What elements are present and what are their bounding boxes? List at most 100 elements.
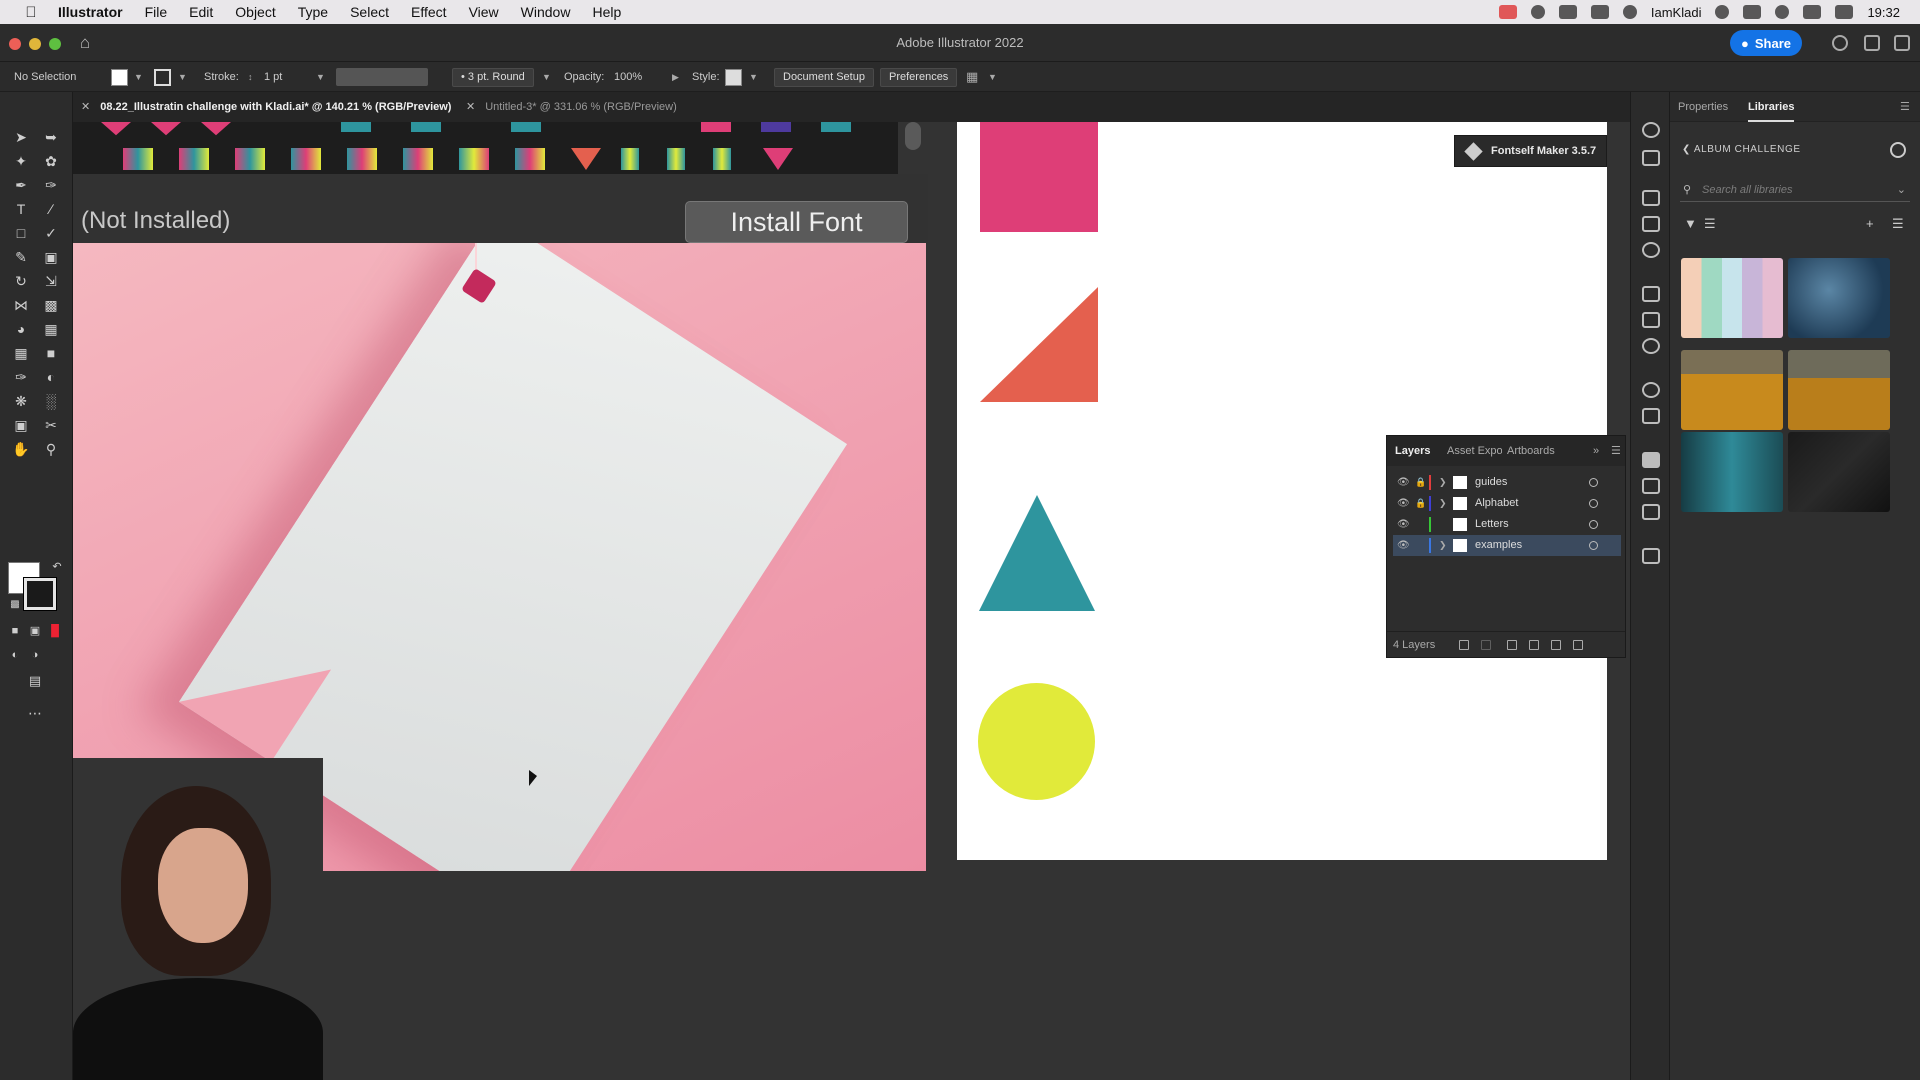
- menu-help[interactable]: Help: [592, 4, 621, 20]
- stroke-dropdown-icon[interactable]: ▼: [178, 62, 187, 92]
- expand-arrow-icon[interactable]: ❯: [1439, 535, 1447, 556]
- pencil-tool-icon[interactable]: ✎: [12, 248, 30, 266]
- fill-dropdown-icon[interactable]: ▼: [134, 62, 143, 92]
- library-image-dark-texture[interactable]: [1788, 432, 1890, 512]
- opacity-value[interactable]: 100%: [614, 62, 642, 92]
- lock-icon[interactable]: 🔒: [1415, 472, 1426, 493]
- layer-row-examples[interactable]: 👁 ❯ examples: [1393, 535, 1621, 556]
- layer-row-letters[interactable]: 👁 Letters: [1393, 514, 1621, 535]
- rotate-tool-icon[interactable]: ↻: [12, 272, 30, 290]
- close-tab-icon[interactable]: ✕: [466, 101, 475, 113]
- tab-artboards[interactable]: Artboards: [1507, 436, 1555, 466]
- expand-arrow-icon[interactable]: ❯: [1439, 493, 1447, 514]
- menu-effect[interactable]: Effect: [411, 4, 447, 20]
- preview-scrollbar[interactable]: [905, 122, 921, 150]
- scale-tool-icon[interactable]: ⇲: [42, 272, 60, 290]
- list-view-icon[interactable]: ☰: [1892, 216, 1904, 232]
- wifi-icon[interactable]: [1622, 5, 1637, 19]
- stroke-color-box[interactable]: [23, 577, 57, 611]
- layer-target-icon[interactable]: [1589, 499, 1598, 508]
- menubar-user[interactable]: IamKladi: [1651, 5, 1702, 20]
- tab-properties[interactable]: Properties: [1678, 92, 1728, 122]
- layer-row-alphabet[interactable]: 👁 🔒 ❯ Alphabet: [1393, 493, 1621, 514]
- default-fill-stroke-icon[interactable]: ▩: [6, 596, 24, 614]
- magic-wand-tool-icon[interactable]: ✦: [12, 152, 30, 170]
- layers-icon[interactable]: [1642, 452, 1660, 468]
- library-collaborate-icon[interactable]: [1890, 142, 1906, 158]
- layer-target-icon[interactable]: [1589, 520, 1598, 529]
- layer-name[interactable]: Letters: [1475, 514, 1509, 535]
- visibility-eye-icon[interactable]: 👁: [1397, 535, 1410, 556]
- learn-icon[interactable]: [1642, 122, 1660, 138]
- control-center-icon[interactable]: [1835, 5, 1854, 19]
- screens-icon[interactable]: [1743, 5, 1762, 19]
- stroke-stepper-icon[interactable]: ↕: [248, 62, 253, 92]
- brush-definition[interactable]: • 3 pt. Round: [452, 68, 534, 87]
- document-setup-button[interactable]: Document Setup: [774, 68, 874, 87]
- library-search-input[interactable]: ⚲ Search all libraries ⌄: [1680, 178, 1910, 202]
- visibility-eye-icon[interactable]: 👁: [1397, 514, 1410, 535]
- free-transform-tool-icon[interactable]: ▩: [42, 296, 60, 314]
- library-image-sunflowers-1[interactable]: [1681, 350, 1783, 430]
- visibility-eye-icon[interactable]: 👁: [1397, 493, 1410, 514]
- draw-mode-icon[interactable]: ◐: [6, 646, 24, 664]
- eyedropper-tool-icon[interactable]: ✑: [12, 368, 30, 386]
- doc-tab-inactive[interactable]: ✕ Untitled-3* @ 331.06 % (RGB/Preview): [466, 92, 677, 122]
- mesh-tool-icon[interactable]: ▦: [12, 344, 30, 362]
- swatches-icon[interactable]: [1642, 190, 1660, 206]
- teal-triangle-shape[interactable]: [979, 495, 1097, 613]
- add-content-icon[interactable]: +: [1866, 216, 1874, 231]
- install-font-button[interactable]: Install Font: [685, 201, 908, 243]
- coral-triangle-shape[interactable]: [980, 287, 1100, 407]
- document-info-icon[interactable]: [1642, 150, 1660, 166]
- column-graph-tool-icon[interactable]: ░: [42, 392, 60, 410]
- back-arrow-icon[interactable]: ❮: [1682, 144, 1691, 155]
- none-mode-icon[interactable]: █: [46, 622, 64, 640]
- lock-icon[interactable]: 🔒: [1415, 493, 1426, 514]
- draw-behind-icon[interactable]: ◑: [26, 646, 44, 664]
- arrange-dropdown-icon[interactable]: ▼: [988, 62, 997, 92]
- layer-target-icon[interactable]: [1589, 478, 1598, 487]
- library-color-theme[interactable]: [1681, 258, 1783, 338]
- menu-object[interactable]: Object: [235, 4, 275, 20]
- gradient-tool-icon[interactable]: ■: [42, 344, 60, 362]
- tab-layers[interactable]: Layers: [1395, 436, 1430, 466]
- rectangle-tool-icon[interactable]: □: [12, 224, 30, 242]
- creative-cloud-icon[interactable]: [1498, 5, 1517, 19]
- asset-export-icon[interactable]: [1642, 478, 1660, 494]
- sort-icon[interactable]: ☰: [1704, 216, 1716, 232]
- screen-mode-icon[interactable]: ▤: [26, 672, 44, 690]
- layer-name[interactable]: Alphabet: [1475, 493, 1518, 514]
- panel-toggle-icon[interactable]: [1894, 35, 1910, 51]
- volume-icon[interactable]: [1558, 5, 1577, 19]
- style-dropdown-icon[interactable]: ▼: [749, 62, 758, 92]
- menu-window[interactable]: Window: [521, 4, 571, 20]
- blend-tool-icon[interactable]: ◐: [42, 368, 60, 386]
- paintbrush-tool-icon[interactable]: ✓: [42, 224, 60, 242]
- library-image-sunflowers-2[interactable]: [1788, 350, 1890, 430]
- direct-selection-tool-icon[interactable]: ➥: [42, 128, 60, 146]
- layer-name[interactable]: examples: [1475, 535, 1522, 556]
- panel-menu-icon[interactable]: ☰: [1900, 92, 1910, 122]
- stroke-swatch[interactable]: [154, 69, 171, 86]
- brush-dropdown-icon[interactable]: ▼: [542, 62, 551, 92]
- battery-icon[interactable]: [1590, 5, 1609, 19]
- menu-type[interactable]: Type: [298, 4, 328, 20]
- locate-object-icon[interactable]: [1481, 640, 1491, 650]
- search-icon[interactable]: [1832, 35, 1848, 51]
- preferences-button[interactable]: Preferences: [880, 68, 958, 87]
- close-tab-icon[interactable]: ✕: [81, 101, 90, 113]
- search-scope-dropdown-icon[interactable]: ⌄: [1897, 178, 1906, 202]
- menu-edit[interactable]: Edit: [189, 4, 213, 20]
- hand-tool-icon[interactable]: ✋: [12, 440, 30, 458]
- curvature-tool-icon[interactable]: ✑: [42, 176, 60, 194]
- gradient-panel-icon[interactable]: [1642, 312, 1660, 328]
- menu-file[interactable]: File: [145, 4, 168, 20]
- fill-swatch[interactable]: [111, 69, 128, 86]
- artboard-tool-icon[interactable]: ▣: [12, 416, 30, 434]
- stroke-weight-value[interactable]: 1 pt: [264, 62, 282, 92]
- stroke-panel-icon[interactable]: [1642, 286, 1660, 302]
- tab-libraries[interactable]: Libraries: [1748, 92, 1795, 122]
- library-image-water[interactable]: [1788, 258, 1890, 338]
- tab-asset-export[interactable]: Asset Expo: [1447, 436, 1502, 466]
